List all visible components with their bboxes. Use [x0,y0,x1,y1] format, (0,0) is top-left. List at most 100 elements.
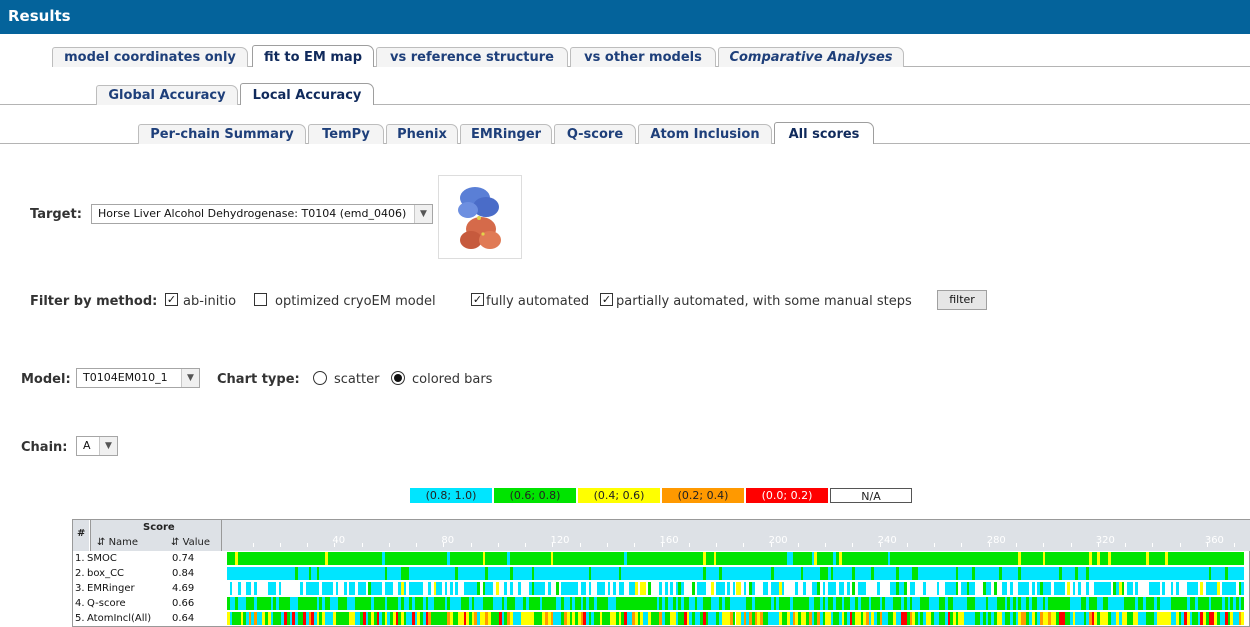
residue-score-segment [460,597,469,610]
axis-tick-label: 200 [768,535,788,546]
model-select[interactable]: T0104EM010_1 ▼ [76,368,200,388]
residue-score-segment [384,552,448,565]
residue-score-segment [534,567,589,580]
residue-score-segment [885,597,894,610]
residue-score-segment [507,597,516,610]
tab-vs-reference-structure[interactable]: vs reference structure [376,47,568,67]
residue-score-segment [602,612,611,625]
fully-automated-checkbox[interactable]: ✓ [471,293,484,306]
filter-button[interactable]: filter [937,290,987,310]
residue-score-segment [974,597,986,610]
residue-score-segment [322,582,334,595]
target-select[interactable]: Horse Liver Alcohol Dehydrogenase: T0104… [91,204,433,224]
residue-score-segment [289,597,298,610]
row-number: 2. [75,568,85,579]
residue-score-segment [770,582,779,595]
partially-automated-label: partially automated, with some manual st… [616,294,912,309]
residue-score-segment [449,597,461,610]
residue-score-segment [482,597,494,610]
residue-score-segment [1094,582,1111,595]
chain-select[interactable]: A ▼ [76,436,118,456]
tab-tempy[interactable]: TemPy [308,124,384,144]
tab-q-score[interactable]: Q-score [554,124,636,144]
ab-initio-checkbox[interactable]: ✓ [165,293,178,306]
tab-per-chain-summary[interactable]: Per-chain Summary [138,124,306,144]
residue-score-segment [1069,597,1081,610]
residue-score-segment [1021,567,1060,580]
residue-score-segment [281,582,301,595]
axis-tick-mark [934,543,936,547]
tab-comparative-analyses[interactable]: Comparative Analyses [718,47,904,67]
axis-tick-label: 40 [332,535,346,546]
residue-score-segment [917,567,956,580]
axis-tick-mark [1125,543,1127,547]
row-score-value: 0.84 [172,568,195,579]
tab-global-accuracy[interactable]: Global Accuracy [96,85,238,105]
residue-score-segment [705,567,720,580]
residue-score-segment [996,597,1005,610]
row-number: 1. [75,553,85,564]
tab-atom-inclusion[interactable]: Atom Inclusion [638,124,772,144]
residue-axis: 40 80 120 160 200 240 280 320 360 [221,520,1250,551]
optimized-cryoem-checkbox[interactable] [254,293,267,306]
residue-score-segment [792,597,809,610]
tab-local-accuracy[interactable]: Local Accuracy [240,83,374,105]
sort-name-header[interactable]: ⇵ Name [97,537,138,548]
tab-model-coordinates-only[interactable]: model coordinates only [52,47,248,67]
colored-bars-radio[interactable] [391,371,405,385]
residue-score-segment [974,582,983,595]
residue-score-segment [898,567,913,580]
residue-score-segment [430,612,448,625]
row-score-name: EMRinger [87,583,135,594]
residue-score-segment [683,582,692,595]
residue-score-segment [493,597,502,610]
axis-tick-mark [1234,543,1236,547]
residue-score-segment [912,597,921,610]
residue-score-segment [1211,567,1225,580]
residue-score-segment [256,582,268,595]
residue-score-segment [534,612,543,625]
tab-fit-to-em-map[interactable]: fit to EM map [252,45,374,67]
tab-vs-other-models[interactable]: vs other models [570,47,716,67]
residue-score-segment [988,597,997,610]
scatter-radio[interactable] [313,371,327,385]
tab-phenix[interactable]: Phenix [386,124,458,144]
residue-score-segment [273,612,282,625]
residue-score-segment [920,597,929,610]
residue-score-segment [827,582,837,595]
results-header: Results [0,0,1250,34]
residue-score-segment [1053,582,1065,595]
residue-score-segment [754,597,771,610]
accuracy-tabs: Global Accuracy Local Accuracy [0,82,1250,105]
residue-score-segment [721,567,771,580]
residue-score-segment [953,597,967,610]
residue-score-segment [1159,597,1171,610]
tab-emringer[interactable]: EMRinger [460,124,552,144]
residue-score-segment [237,597,247,610]
residue-score-segment [561,582,578,595]
residue-score-segment [512,612,521,625]
row-score-value: 4.69 [172,583,195,594]
model-select-value: T0104EM010_1 [83,371,168,384]
axis-tick-mark [307,543,309,547]
row-score-value: 0.64 [172,613,195,624]
chain-select-value: A [83,439,91,452]
residue-score-segment [458,567,486,580]
value-header-label: Value [182,537,211,548]
residue-score-segment [871,597,880,610]
residue-score-segment [520,612,535,625]
axis-tick-label: 160 [659,535,679,546]
legend-item: (0.4; 0.6) [578,488,660,503]
residue-score-segment [488,567,510,580]
row-number: 5. [75,613,85,624]
sort-value-header[interactable]: ⇵ Value [171,537,210,548]
residue-score-segment [305,582,320,595]
axis-tick-mark [688,543,690,547]
residue-score-segment [817,552,834,565]
model-label: Model: [21,372,71,387]
residue-score-segment [855,567,872,580]
partially-automated-checkbox[interactable]: ✓ [600,293,613,306]
residue-score-segment [754,582,763,595]
residue-score-segment [857,582,867,595]
tab-all-scores[interactable]: All scores [774,122,874,144]
